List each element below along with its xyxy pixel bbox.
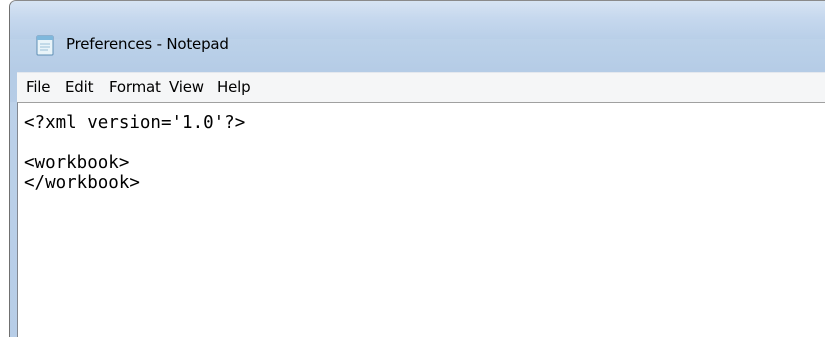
editor-content[interactable]: <?xml version='1.0'?> <workbook> </workb… [24,113,245,193]
menu-help[interactable]: Help [217,78,251,96]
window-title: Preferences - Notepad [66,35,229,53]
menu-file[interactable]: File [26,78,51,96]
menu-edit[interactable]: Edit [65,78,93,96]
menu-bar: File Edit Format View Help [17,72,825,102]
notepad-icon[interactable] [34,34,56,61]
menu-view[interactable]: View [169,78,204,96]
window-frame-left [10,102,17,337]
notepad-window: Preferences - Notepad File Edit Format V… [9,0,825,337]
text-editor[interactable]: <?xml version='1.0'?> <workbook> </workb… [17,102,825,337]
title-bar[interactable]: Preferences - Notepad [10,1,825,56]
menu-format[interactable]: Format [109,78,161,96]
